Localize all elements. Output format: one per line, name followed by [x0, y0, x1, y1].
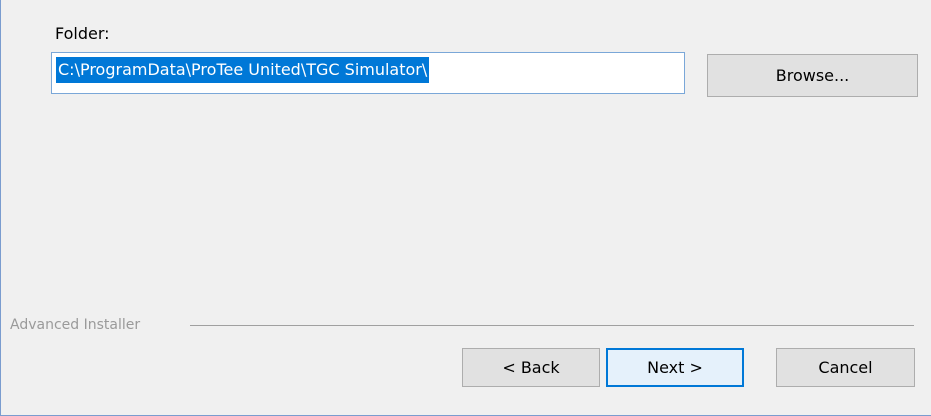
installer-window: Folder: C:\ProgramData\ProTee United\TGC…	[0, 0, 931, 416]
advanced-installer-brand: Advanced Installer	[10, 317, 141, 333]
cancel-button-label: Cancel	[818, 358, 873, 377]
folder-path-selected-text: C:\ProgramData\ProTee United\TGC Simulat…	[56, 57, 430, 83]
back-button-label: < Back	[502, 358, 560, 377]
folder-label: Folder:	[55, 24, 110, 43]
next-button[interactable]: Next >	[606, 348, 744, 387]
footer-divider	[190, 325, 914, 326]
browse-button-label: Browse...	[775, 66, 850, 85]
cancel-button[interactable]: Cancel	[776, 348, 915, 387]
folder-path-input[interactable]: C:\ProgramData\ProTee United\TGC Simulat…	[51, 52, 685, 94]
back-button[interactable]: < Back	[462, 348, 600, 387]
window-left-border	[0, 0, 1, 416]
next-button-label: Next >	[647, 358, 703, 377]
browse-button[interactable]: Browse...	[707, 54, 918, 97]
